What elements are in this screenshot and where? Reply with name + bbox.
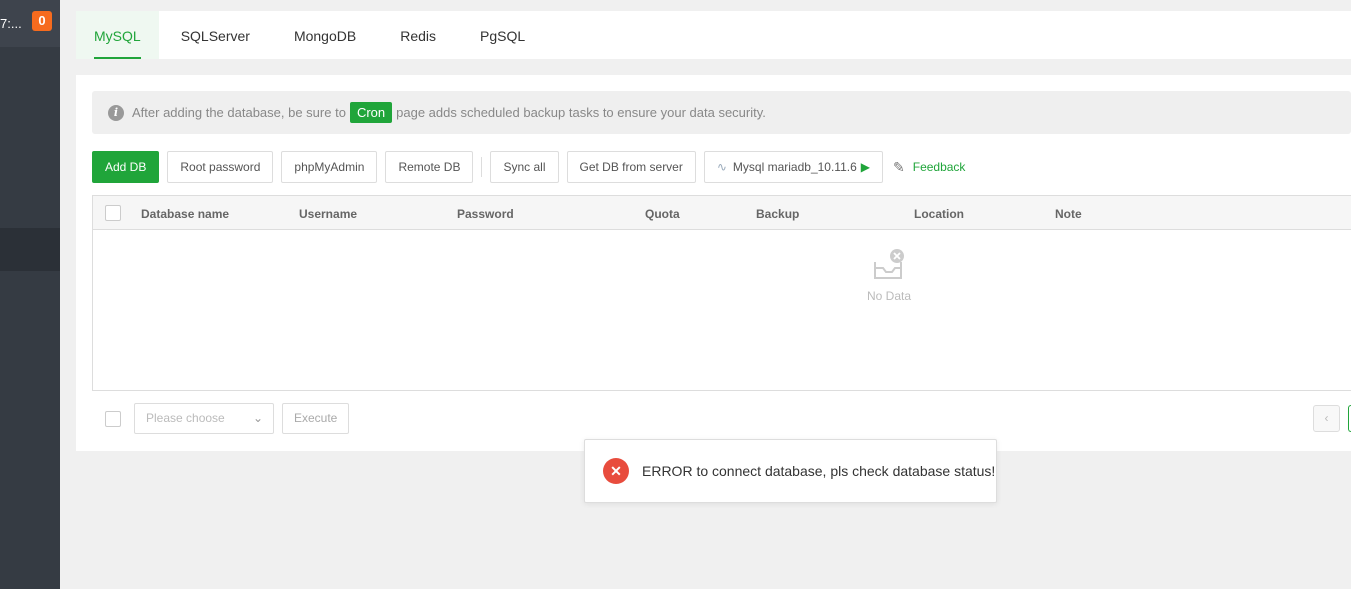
- error-toast: ✕ ERROR to connect database, pls check d…: [584, 439, 997, 503]
- mysql-version-button[interactable]: ∿ Mysql mariadb_10.11.6 ▶: [703, 151, 883, 183]
- database-table: Database name Username Password Quota Ba…: [92, 195, 1351, 391]
- phpmyadmin-button[interactable]: phpMyAdmin: [281, 151, 378, 183]
- add-db-button[interactable]: Add DB: [92, 151, 160, 183]
- remote-db-button[interactable]: Remote DB: [385, 151, 474, 183]
- cron-link[interactable]: Cron: [349, 102, 393, 123]
- divider: [481, 157, 483, 177]
- toolbar: Add DB Root password phpMyAdmin Remote D…: [92, 151, 965, 183]
- tab-pgsql[interactable]: PgSQL: [458, 11, 547, 59]
- tab-mongodb[interactable]: MongoDB: [272, 11, 378, 59]
- info-icon: i: [108, 104, 124, 121]
- play-icon: ▶: [860, 160, 870, 174]
- feedback-label: Feedback: [912, 160, 966, 174]
- sync-all-button[interactable]: Sync all: [490, 151, 559, 183]
- sidebar: 7:... 0: [0, 0, 60, 589]
- server-time: 7:...: [0, 16, 22, 31]
- tab-sqlserver[interactable]: SQLServer: [159, 11, 272, 59]
- col-password[interactable]: Password: [457, 207, 514, 221]
- chevron-down-icon: ⌄: [252, 411, 263, 425]
- col-backup[interactable]: Backup: [756, 207, 799, 221]
- col-quota[interactable]: Quota: [645, 207, 680, 221]
- tab-redis[interactable]: Redis: [378, 11, 458, 59]
- chevron-left-icon: ‹: [1324, 411, 1329, 425]
- execute-button[interactable]: Execute: [282, 403, 350, 434]
- select-all-checkbox[interactable]: [105, 205, 121, 221]
- db-tabs: MySQL SQLServer MongoDB Redis PgSQL: [76, 11, 1351, 59]
- sidebar-item-active[interactable]: [0, 228, 60, 271]
- notice-text: After adding the database, be sure to: [132, 105, 346, 120]
- notice-text-after: page adds scheduled backup tasks to ensu…: [396, 105, 766, 120]
- empty-inbox-icon: [874, 249, 904, 279]
- col-location[interactable]: Location: [914, 207, 964, 221]
- edit-icon: ✎: [893, 158, 905, 175]
- batch-footer: Please choose ⌄ Execute ‹: [92, 403, 1351, 435]
- col-database-name[interactable]: Database name: [141, 207, 229, 221]
- table-header: Database name Username Password Quota Ba…: [93, 196, 1351, 230]
- notification-badge[interactable]: 0: [32, 11, 52, 31]
- error-icon: ✕: [603, 458, 629, 484]
- empty-state: No Data: [859, 248, 919, 303]
- mysql-panel: i After adding the database, be sure to …: [76, 75, 1351, 451]
- root-password-button[interactable]: Root password: [167, 151, 274, 183]
- tab-mysql[interactable]: MySQL: [76, 11, 159, 59]
- prev-page-button[interactable]: ‹: [1313, 405, 1340, 432]
- sidebar-header[interactable]: 7:... 0: [0, 0, 60, 47]
- select-placeholder: Please choose: [146, 411, 225, 425]
- toast-message: ERROR to connect database, pls check dat…: [642, 463, 996, 479]
- col-username[interactable]: Username: [299, 207, 357, 221]
- version-label: Mysql mariadb_10.11.6: [732, 160, 857, 174]
- col-note[interactable]: Note: [1055, 207, 1082, 221]
- get-db-from-server-button[interactable]: Get DB from server: [566, 151, 696, 183]
- batch-action-select[interactable]: Please choose ⌄: [134, 403, 274, 434]
- mysql-icon: ∿: [716, 160, 727, 174]
- feedback-link[interactable]: ✎ Feedback: [893, 159, 965, 176]
- backup-notice: i After adding the database, be sure to …: [92, 91, 1351, 134]
- no-data-text: No Data: [866, 289, 912, 303]
- footer-select-checkbox[interactable]: [105, 411, 121, 427]
